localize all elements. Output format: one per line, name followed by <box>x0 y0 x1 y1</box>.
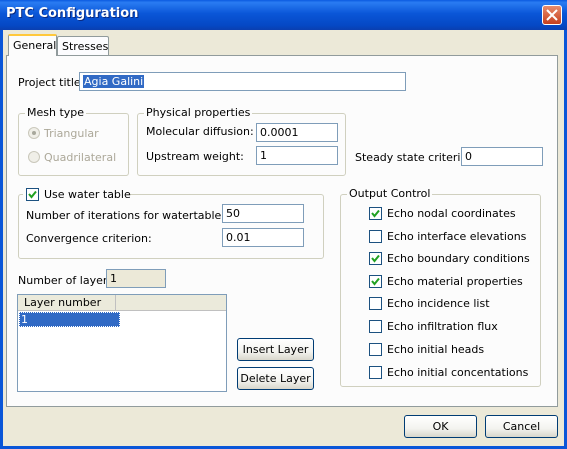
check-icon <box>371 277 380 286</box>
echo-initial-concentrations-label: Echo initial concentations <box>387 366 529 379</box>
radio-triangular[interactable] <box>28 127 40 139</box>
delete-layer-label: Delete Layer <box>240 372 311 385</box>
molecular-diffusion-input[interactable]: 0.0001 <box>256 123 338 142</box>
echo-infiltration-flux-label: Echo infiltration flux <box>387 320 498 333</box>
molecular-diffusion-value: 0.0001 <box>260 126 299 139</box>
ok-button[interactable]: OK <box>404 415 477 438</box>
check-icon <box>28 190 37 199</box>
delete-layer-button[interactable]: Delete Layer <box>237 367 314 390</box>
layer-list-header-filler <box>116 295 226 311</box>
molecular-diffusion-label: Molecular diffusion: <box>146 125 254 138</box>
radio-triangular-label: Triangular <box>44 127 99 140</box>
cancel-label: Cancel <box>502 420 541 433</box>
tab-stresses[interactable]: Stresses <box>57 36 109 55</box>
upstream-weight-input[interactable]: 1 <box>256 146 338 165</box>
echo-incidence-list-label: Echo incidence list <box>387 297 490 310</box>
echo-infiltration-flux-checkbox[interactable] <box>369 320 382 333</box>
echo-nodal-coordinates-checkbox[interactable] <box>369 207 382 220</box>
layer-number-header-label: Layer number <box>24 296 102 309</box>
echo-incidence-list-checkbox[interactable] <box>369 297 382 310</box>
cancel-button[interactable]: Cancel <box>485 415 558 438</box>
output-control-group: Output Control <box>340 187 541 387</box>
window-title: PTC Configuration <box>6 6 139 21</box>
echo-nodal-coordinates-label: Echo nodal coordinates <box>387 207 516 220</box>
physical-properties-legend: Physical properties <box>144 106 253 119</box>
dialog-window: PTC Configuration General Stresses Proje… <box>0 0 567 449</box>
use-water-table-label: Use water table <box>44 188 131 201</box>
layer-list[interactable]: Layer number 1 <box>17 294 227 392</box>
tab-general-label: General <box>13 39 57 52</box>
close-icon <box>546 9 558 21</box>
check-icon <box>371 209 380 218</box>
echo-material-properties-checkbox[interactable] <box>369 275 382 288</box>
steady-state-label: Steady state criterion: <box>355 151 478 164</box>
insert-layer-label: Insert Layer <box>242 343 309 356</box>
mesh-type-legend: Mesh type <box>25 106 87 119</box>
check-icon <box>371 254 380 263</box>
radio-quadrilateral-label: Quadrilateral <box>44 151 117 164</box>
number-of-layers-value: 1 <box>110 272 117 285</box>
convergence-input[interactable]: 0.01 <box>222 228 304 247</box>
steady-state-value: 0 <box>465 150 472 163</box>
use-water-table-checkbox[interactable] <box>26 188 39 201</box>
iterations-label: Number of iterations for watertable: <box>26 209 226 222</box>
echo-initial-concentrations-checkbox[interactable] <box>369 366 382 379</box>
upstream-weight-value: 1 <box>260 149 267 162</box>
radio-quadrilateral[interactable] <box>28 151 40 163</box>
project-title-value: Agia Galini <box>83 75 145 88</box>
output-control-legend: Output Control <box>347 187 433 200</box>
close-button[interactable] <box>542 5 562 25</box>
radio-dot <box>32 131 36 135</box>
echo-interface-elevations-label: Echo interface elevations <box>387 230 527 243</box>
tab-general[interactable]: General <box>8 34 57 56</box>
echo-initial-heads-checkbox[interactable] <box>369 343 382 356</box>
title-bar[interactable]: PTC Configuration <box>0 0 567 30</box>
list-item[interactable]: 1 <box>19 312 120 327</box>
convergence-label: Convergence criterion: <box>26 232 152 245</box>
number-of-layers-label: Number of layers: <box>18 274 117 287</box>
mesh-type-group: Mesh type <box>18 106 129 176</box>
echo-boundary-conditions-label: Echo boundary conditions <box>387 252 530 265</box>
layer-row-value: 1 <box>21 313 28 326</box>
iterations-value: 50 <box>226 207 240 220</box>
echo-boundary-conditions-checkbox[interactable] <box>369 252 382 265</box>
number-of-layers-field: 1 <box>106 269 166 288</box>
layer-number-column-header[interactable]: Layer number <box>18 295 116 311</box>
tab-stresses-label: Stresses <box>62 40 109 53</box>
window-border-left <box>0 30 3 449</box>
project-title-input[interactable]: Agia Galini <box>79 72 406 91</box>
iterations-input[interactable]: 50 <box>222 204 304 223</box>
echo-material-properties-label: Echo material properties <box>387 275 523 288</box>
project-title-label: Project title: <box>18 76 85 89</box>
ok-label: OK <box>432 420 449 433</box>
echo-interface-elevations-checkbox[interactable] <box>369 230 382 243</box>
insert-layer-button[interactable]: Insert Layer <box>237 338 314 361</box>
steady-state-input[interactable]: 0 <box>461 147 543 166</box>
convergence-value: 0.01 <box>226 231 251 244</box>
echo-initial-heads-label: Echo initial heads <box>387 343 485 356</box>
upstream-weight-label: Upstream weight: <box>146 150 244 163</box>
